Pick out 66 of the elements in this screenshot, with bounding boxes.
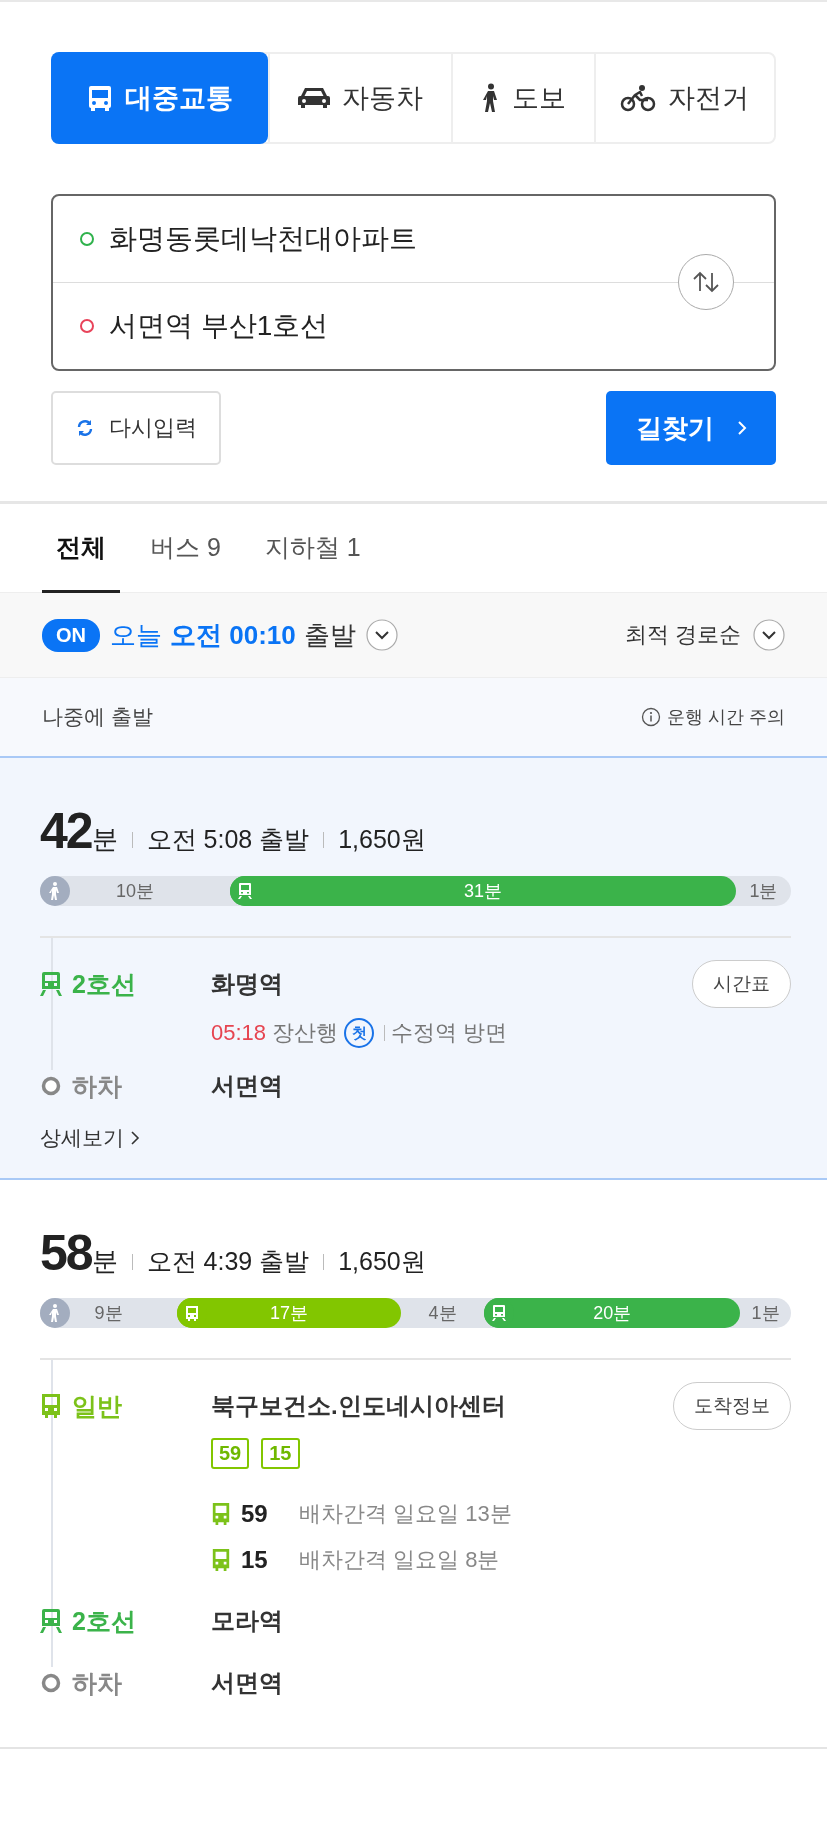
bus-interval: 배차간격 일요일 8분 (299, 1546, 500, 1574)
segment-duration: 1분 (751, 1302, 780, 1325)
bus-icon (86, 84, 113, 112)
arrival-info-button[interactable]: 도착정보 (673, 1382, 791, 1430)
direction: 수정역 방면 (391, 1019, 508, 1047)
segment-duration: 17분 (270, 1302, 309, 1325)
chevron-right-icon (736, 419, 748, 437)
details-link[interactable]: 상세보기 (40, 1124, 140, 1152)
bus-interval: 배차간격 일요일 13분 (299, 1500, 512, 1528)
segment-duration: 31분 (464, 880, 503, 903)
search-button[interactable]: 길찾기 (606, 391, 776, 465)
result-tab[interactable]: 버스 9 (136, 504, 235, 593)
fare: 1,650원 (338, 824, 426, 855)
step-label: 일반 (72, 1390, 122, 1422)
mode-tab[interactable]: 대중교통 (51, 52, 269, 144)
bus-number: 59 (241, 1500, 269, 1528)
notice-link[interactable]: 운행 시간 주의 (667, 705, 785, 729)
step-label: 하차 (72, 1667, 122, 1699)
step-label: 2호선 (72, 968, 136, 1000)
car-icon (298, 86, 331, 110)
first-train-badge: 첫 (344, 1018, 375, 1048)
walking-person-icon (481, 83, 500, 113)
departure-toggle[interactable]: ON (42, 618, 100, 652)
station-name: 모라역 (211, 1606, 283, 1636)
segment-duration: 9분 (94, 1302, 123, 1325)
timetable-button[interactable]: 시간표 (692, 960, 791, 1008)
segment-duration: 1분 (749, 880, 778, 903)
chevron-down-icon (365, 619, 398, 651)
sort-dropdown[interactable]: 최적 경로순 (624, 619, 785, 651)
walking-person-icon (40, 1298, 70, 1328)
departure-time-dropdown[interactable]: 오늘 오전 00:10 출발 (110, 617, 398, 653)
total-time: 42분 (40, 802, 118, 860)
reset-button[interactable]: 다시입력 (51, 391, 221, 465)
station-name: 서면역 (211, 1668, 283, 1698)
station-name: 북구보건소.인도네시아센터 (211, 1391, 506, 1421)
later-departure-link[interactable]: 나중에 출발 (42, 703, 153, 731)
walking-person-icon (40, 876, 70, 906)
step-label: 하차 (72, 1070, 122, 1102)
refresh-icon (75, 418, 95, 438)
departure-time: 오전 4:39 출발 (146, 1246, 310, 1277)
swap-icon (691, 270, 721, 294)
step-label: 2호선 (72, 1605, 136, 1637)
segment-duration: 10분 (116, 880, 155, 903)
departure-time: 오전 5:08 출발 (146, 824, 310, 855)
bus-icon (211, 1548, 231, 1572)
bus-number: 15 (241, 1546, 269, 1574)
location-field[interactable]: 서면역 부산1호선 (109, 310, 748, 342)
station-name: 화명역 (211, 969, 283, 999)
total-time: 58분 (40, 1224, 118, 1282)
chevron-right-icon (130, 1130, 140, 1146)
cyclist-icon (620, 84, 657, 112)
fare: 1,650원 (338, 1246, 426, 1277)
alight-point-icon (40, 1075, 62, 1097)
chevron-down-icon (753, 619, 785, 651)
swap-button[interactable] (678, 254, 734, 310)
arrival-time: 05:18 (211, 1020, 267, 1046)
alight-point-icon (40, 1672, 62, 1694)
route-card[interactable]: 42분 오전 5:08 출발 1,650원 10분 31분 1분 2호선 화명역 시간표 05:18 장산행 첫 수정역 방면 하차 서면역 상세보기 (0, 758, 827, 1180)
segment-duration: 20분 (593, 1302, 632, 1325)
station-name: 서면역 (211, 1071, 283, 1101)
segment-duration: 4분 (428, 1302, 457, 1325)
result-tab[interactable]: 지하철 1 (250, 504, 375, 593)
location-field[interactable]: 화명동롯데낙천대아파트 (109, 223, 748, 255)
info-icon (641, 707, 661, 727)
bus-icon (211, 1502, 231, 1526)
destination: 장산행 (272, 1019, 339, 1047)
